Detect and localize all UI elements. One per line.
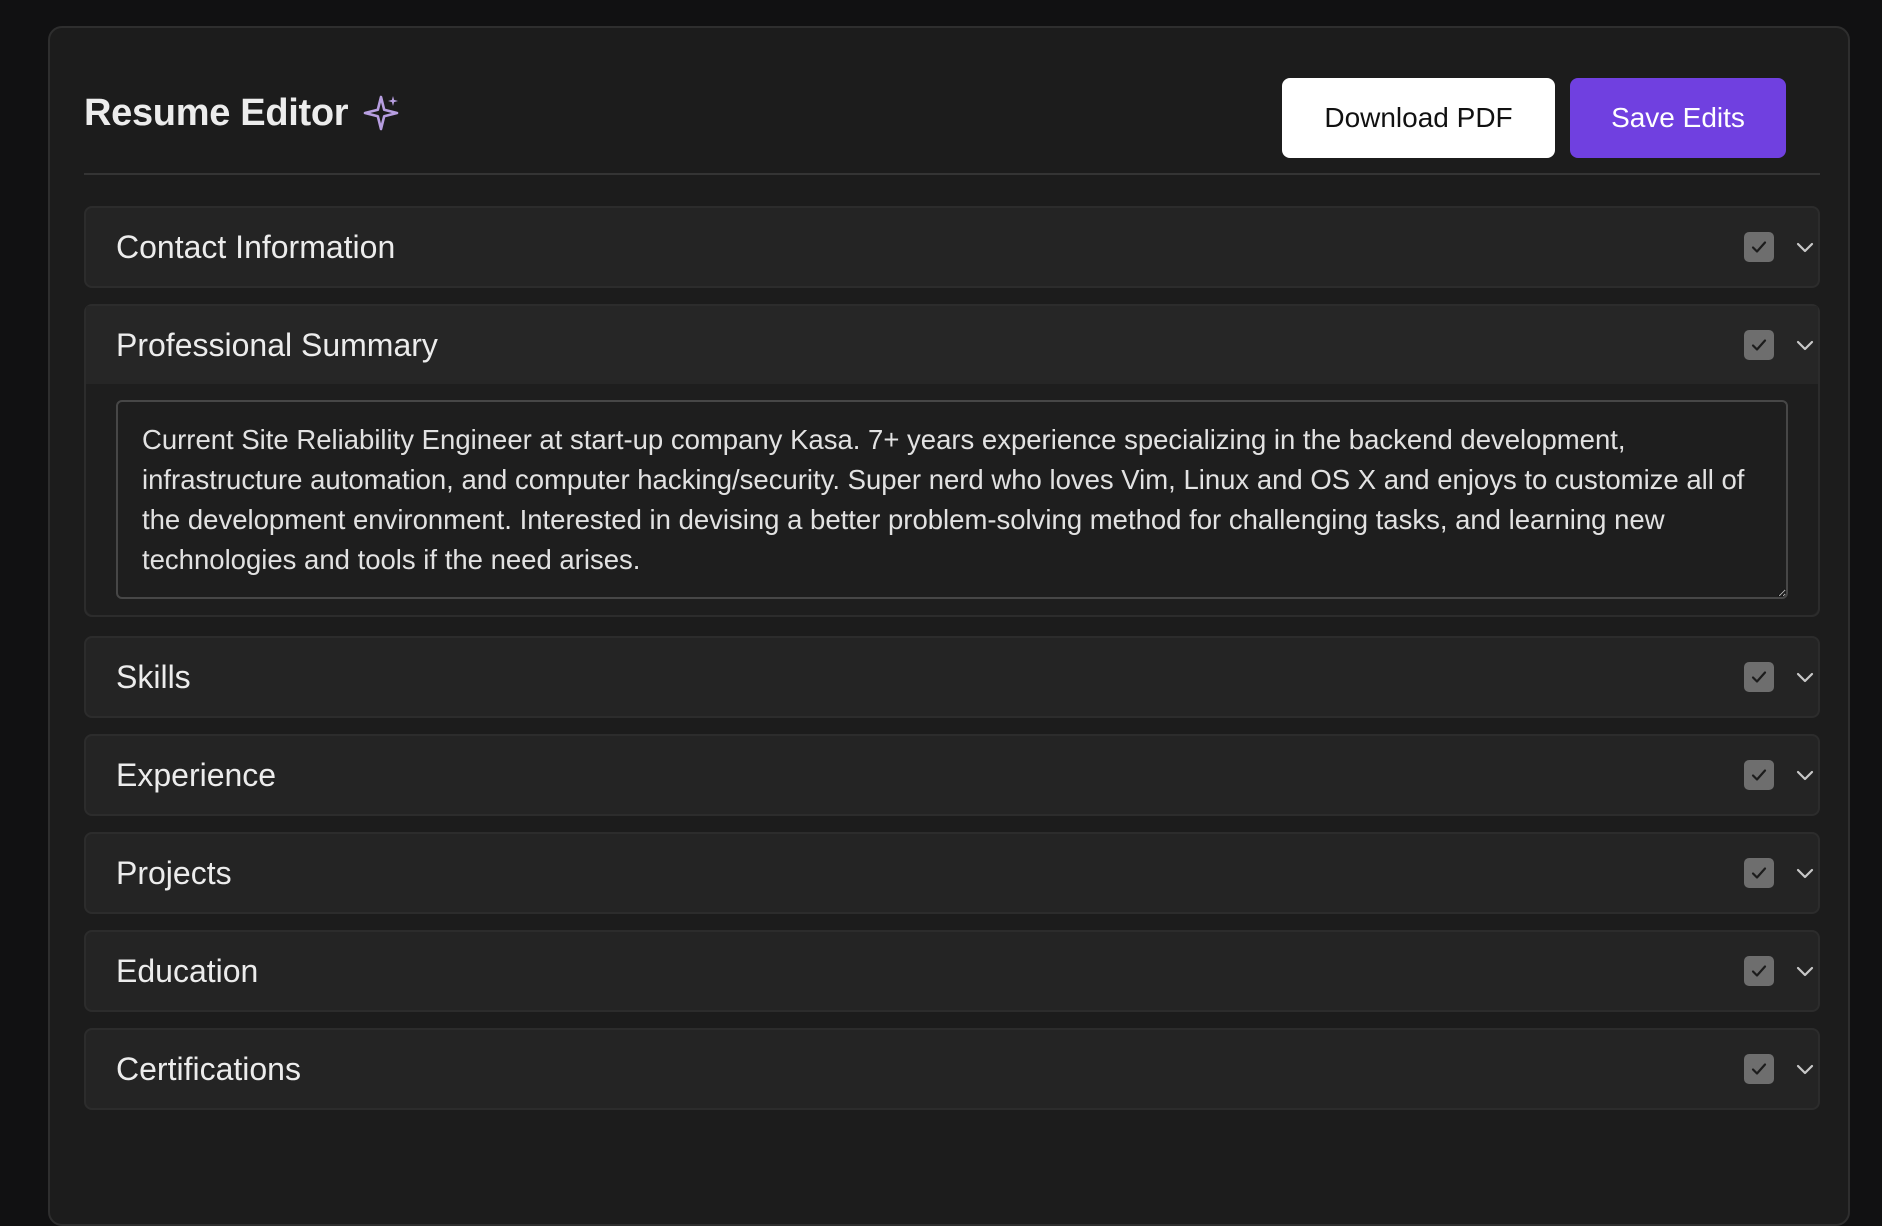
chevron-down-icon[interactable] <box>1794 862 1816 884</box>
checkbox-checked-icon[interactable] <box>1744 760 1774 790</box>
save-edits-button[interactable]: Save Edits <box>1570 78 1786 158</box>
title-group: Resume Editor <box>84 92 400 135</box>
section-skills: Skills <box>84 636 1820 718</box>
chevron-down-icon[interactable] <box>1794 764 1816 786</box>
section-header[interactable]: Projects <box>86 834 1818 912</box>
section-header[interactable]: Experience <box>86 736 1818 814</box>
chevron-down-icon[interactable] <box>1794 334 1816 356</box>
page-title: Resume Editor <box>84 92 349 134</box>
checkbox-checked-icon[interactable] <box>1744 858 1774 888</box>
checkbox-checked-icon[interactable] <box>1744 330 1774 360</box>
chevron-down-icon[interactable] <box>1794 960 1816 982</box>
section-title: Projects <box>116 854 232 891</box>
section-certifications: Certifications <box>84 1028 1820 1110</box>
summary-body: Current Site Reliability Engineer at sta… <box>86 384 1818 615</box>
section-title: Professional Summary <box>116 326 438 363</box>
section-title: Certifications <box>116 1050 301 1087</box>
section-education: Education <box>84 930 1820 1012</box>
checkbox-checked-icon[interactable] <box>1744 662 1774 692</box>
resume-editor-panel: Resume Editor Download PDF Save Edits Co… <box>48 26 1850 1226</box>
checkbox-checked-icon[interactable] <box>1744 956 1774 986</box>
chevron-down-icon[interactable] <box>1794 666 1816 688</box>
section-header[interactable]: Skills <box>86 638 1818 716</box>
section-header[interactable]: Education <box>86 932 1818 1010</box>
section-title: Experience <box>116 756 277 793</box>
checkbox-checked-icon[interactable] <box>1744 232 1774 262</box>
section-professional-summary: Professional Summary Current Site Reliab… <box>84 304 1820 617</box>
download-pdf-button[interactable]: Download PDF <box>1282 78 1555 158</box>
section-header[interactable]: Professional Summary <box>86 306 1818 384</box>
section-experience: Experience <box>84 734 1820 816</box>
sparkle-icon <box>362 94 400 132</box>
section-title: Education <box>116 952 259 989</box>
editor-header: Resume Editor Download PDF Save Edits <box>84 28 1820 175</box>
section-header[interactable]: Certifications <box>86 1030 1818 1108</box>
section-title: Contact Information <box>116 228 396 265</box>
section-title: Skills <box>116 658 191 695</box>
chevron-down-icon[interactable] <box>1794 236 1816 258</box>
section-header[interactable]: Contact Information <box>86 208 1818 286</box>
section-projects: Projects <box>84 832 1820 914</box>
summary-textarea[interactable]: Current Site Reliability Engineer at sta… <box>116 400 1788 599</box>
section-contact-information: Contact Information <box>84 206 1820 288</box>
chevron-down-icon[interactable] <box>1794 1058 1816 1080</box>
checkbox-checked-icon[interactable] <box>1744 1054 1774 1084</box>
